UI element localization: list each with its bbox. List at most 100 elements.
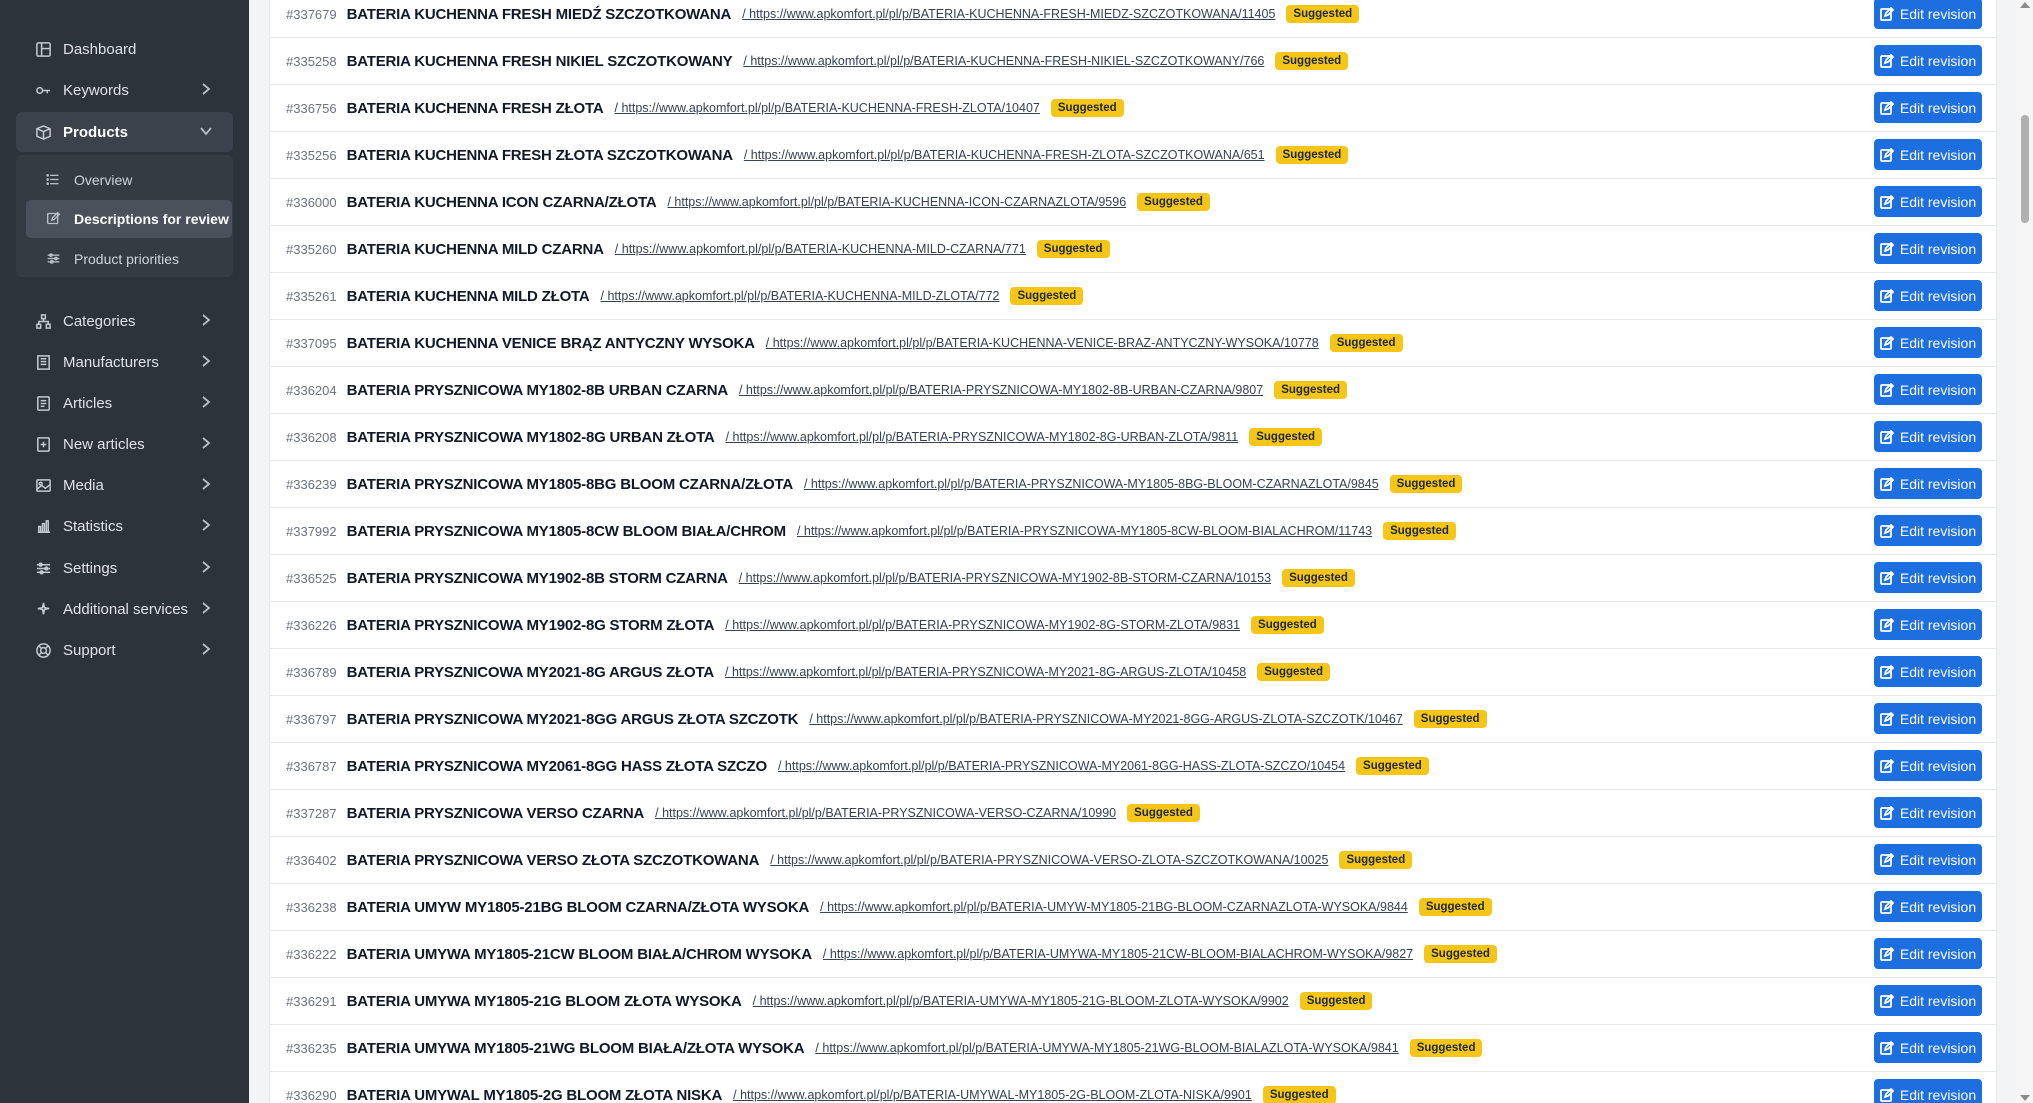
product-name: BATERIA UMYW MY1805-21BG BLOOM CZARNA/ZŁ… xyxy=(346,898,810,916)
edit-revision-button[interactable]: Edit revision xyxy=(1874,703,1982,734)
status-badge: Suggested xyxy=(1418,898,1492,916)
edit-revision-button[interactable]: Edit revision xyxy=(1874,985,1982,1016)
product-name: BATERIA KUCHENNA VENICE BRĄZ ANTYCZNY WY… xyxy=(346,334,755,352)
edit-revision-label: Edit revision xyxy=(1899,146,1977,163)
edit-revision-button[interactable]: Edit revision xyxy=(1874,938,1982,969)
product-url-link[interactable]: / https://www.apkomfort.pl/pl/p/BATERIA-… xyxy=(766,336,1319,350)
product-url-link[interactable]: / https://www.apkomfort.pl/pl/p/BATERIA-… xyxy=(667,195,1126,209)
edit-icon xyxy=(1879,335,1900,350)
table-row: #335261 BATERIA KUCHENNA MILD ZŁOTA / http… xyxy=(270,273,1998,320)
edit-revision-label: Edit revision xyxy=(1899,428,1977,445)
product-url-link[interactable]: / https://www.apkomfort.pl/pl/p/BATERIA-… xyxy=(744,148,1265,162)
edit-revision-button[interactable]: Edit revision xyxy=(1874,233,1982,264)
sidebar-item-settings[interactable]: Settings xyxy=(16,548,233,588)
edit-revision-button[interactable]: Edit revision xyxy=(1874,0,1982,29)
product-url-link[interactable]: / https://www.apkomfort.pl/pl/p/BATERIA-… xyxy=(809,712,1402,726)
sliders-icon xyxy=(46,251,62,267)
edit-revision-button[interactable]: Edit revision xyxy=(1874,515,1982,546)
edit-revision-button[interactable]: Edit revision xyxy=(1874,92,1982,123)
edit-revision-button[interactable]: Edit revision xyxy=(1874,45,1982,76)
sitemap-icon xyxy=(34,312,52,330)
product-url-link[interactable]: / https://www.apkomfort.pl/pl/p/BATERIA-… xyxy=(725,665,1246,679)
product-url-link[interactable]: / https://www.apkomfort.pl/pl/p/BATERIA-… xyxy=(823,947,1413,961)
sidebar-item-support[interactable]: Support xyxy=(16,630,233,670)
product-url-link[interactable]: / https://www.apkomfort.pl/pl/p/BATERIA-… xyxy=(733,1088,1252,1102)
edit-revision-button[interactable]: Edit revision xyxy=(1874,1079,1982,1103)
product-url-link[interactable]: / https://www.apkomfort.pl/pl/p/BATERIA-… xyxy=(615,101,1040,115)
product-id: #336208 xyxy=(286,429,337,445)
edit-revision-button[interactable]: Edit revision xyxy=(1874,327,1982,358)
edit-revision-button[interactable]: Edit revision xyxy=(1874,186,1982,217)
chevron-right-icon xyxy=(199,313,213,327)
product-id: #336291 xyxy=(286,993,337,1009)
edit-revision-label: Edit revision xyxy=(1899,898,1977,915)
sidebar-item-products[interactable]: Products xyxy=(16,112,233,152)
product-url-link[interactable]: / https://www.apkomfort.pl/pl/p/BATERIA-… xyxy=(797,524,1372,538)
edit-revision-button[interactable]: Edit revision xyxy=(1874,844,1982,875)
edit-revision-button[interactable]: Edit revision xyxy=(1874,562,1982,593)
table-row: #336204 BATERIA PRYSZNICOWA MY1802-8B URB… xyxy=(270,367,1998,414)
sidebar-item-articles[interactable]: Articles xyxy=(16,383,233,423)
product-id: #336000 xyxy=(286,194,337,210)
vertical-scrollbar[interactable] xyxy=(2017,0,2033,1103)
sidebar-item-dashboard[interactable]: Dashboard xyxy=(16,29,233,69)
product-url-link[interactable]: / https://www.apkomfort.pl/pl/p/BATERIA-… xyxy=(615,242,1026,256)
product-url-link[interactable]: / https://www.apkomfort.pl/pl/p/BATERIA-… xyxy=(815,1041,1398,1055)
product-url-link[interactable]: / https://www.apkomfort.pl/pl/p/BATERIA-… xyxy=(655,806,1116,820)
product-url-link[interactable]: / https://www.apkomfort.pl/pl/p/BATERIA-… xyxy=(726,430,1239,444)
product-url-link[interactable]: / https://www.apkomfort.pl/pl/p/BATERIA-… xyxy=(601,289,1000,303)
status-badge: Suggested xyxy=(1299,992,1373,1010)
sidebar-subitem-product-priorities[interactable]: Product priorities xyxy=(26,240,232,278)
sidebar-item-media[interactable]: Media xyxy=(16,465,233,505)
edit-revision-button[interactable]: Edit revision xyxy=(1874,609,1982,640)
scroll-down-arrow-icon[interactable] xyxy=(2020,1095,2030,1101)
product-url-link[interactable]: / https://www.apkomfort.pl/pl/p/BATERIA-… xyxy=(743,54,1264,68)
edit-revision-label: Edit revision xyxy=(1899,804,1977,821)
product-url-link[interactable]: / https://www.apkomfort.pl/pl/p/BATERIA-… xyxy=(804,477,1379,491)
product-name: BATERIA UMYWA MY1805-21G BLOOM ZŁOTA WYS… xyxy=(346,992,742,1010)
product-url-link[interactable]: / https://www.apkomfort.pl/pl/p/BATERIA-… xyxy=(725,618,1240,632)
chart-icon xyxy=(34,517,52,535)
sidebar-item-statistics[interactable]: Statistics xyxy=(16,506,233,546)
edit-revision-button[interactable]: Edit revision xyxy=(1874,468,1982,499)
building-icon xyxy=(34,353,52,371)
product-id: #337679 xyxy=(286,6,337,22)
product-url-link[interactable]: / https://www.apkomfort.pl/pl/p/BATERIA-… xyxy=(742,7,1275,21)
key-icon xyxy=(34,81,52,99)
product-name: BATERIA KUCHENNA FRESH ZŁOTA xyxy=(346,99,604,117)
table-row: #337679 BATERIA KUCHENNA FRESH MIEDŹ SZCZ… xyxy=(270,0,1998,38)
product-url-link[interactable]: / https://www.apkomfort.pl/pl/p/BATERIA-… xyxy=(739,571,1271,585)
sidebar-item-keywords[interactable]: Keywords xyxy=(16,70,233,110)
edit-revision-button[interactable]: Edit revision xyxy=(1874,374,1982,405)
product-url-link[interactable]: / https://www.apkomfort.pl/pl/p/BATERIA-… xyxy=(820,900,1408,914)
sidebar-item-categories[interactable]: Categories xyxy=(16,301,233,341)
edit-icon xyxy=(1879,805,1900,820)
edit-revision-button[interactable]: Edit revision xyxy=(1874,280,1982,311)
edit-icon xyxy=(1879,617,1900,632)
scroll-up-arrow-icon[interactable] xyxy=(2020,2,2030,8)
product-name: BATERIA PRYSZNICOWA MY1902-8G STORM ZŁOT… xyxy=(346,616,715,634)
sidebar-item-manufacturers[interactable]: Manufacturers xyxy=(16,342,233,382)
sidebar-item-additional-services[interactable]: Additional services xyxy=(16,589,233,629)
edit-revision-button[interactable]: Edit revision xyxy=(1874,797,1982,828)
product-url-link[interactable]: / https://www.apkomfort.pl/pl/p/BATERIA-… xyxy=(739,383,1263,397)
edit-revision-button[interactable]: Edit revision xyxy=(1874,656,1982,687)
edit-revision-button[interactable]: Edit revision xyxy=(1874,891,1982,922)
status-badge: Suggested xyxy=(1137,193,1210,211)
edit-revision-label: Edit revision xyxy=(1899,710,1977,727)
edit-revision-button[interactable]: Edit revision xyxy=(1874,139,1982,170)
product-url-link[interactable]: / https://www.apkomfort.pl/pl/p/BATERIA-… xyxy=(770,853,1328,867)
sidebar-item-label: Articles xyxy=(63,394,113,412)
lifebuoy-icon xyxy=(34,641,52,659)
sidebar-item-new-articles[interactable]: New articles xyxy=(16,424,233,464)
edit-revision-button[interactable]: Edit revision xyxy=(1874,1032,1982,1063)
scrollbar-thumb[interactable] xyxy=(2021,115,2029,223)
product-url-link[interactable]: / https://www.apkomfort.pl/pl/p/BATERIA-… xyxy=(778,759,1345,773)
edit-revision-button[interactable]: Edit revision xyxy=(1874,421,1982,452)
product-url-link[interactable]: / https://www.apkomfort.pl/pl/p/BATERIA-… xyxy=(753,994,1289,1008)
edit-revision-label: Edit revision xyxy=(1899,663,1977,680)
edit-revision-button[interactable]: Edit revision xyxy=(1874,750,1982,781)
edit-revision-label: Edit revision xyxy=(1899,381,1977,398)
sidebar-subitem-overview[interactable]: Overview xyxy=(26,161,232,199)
sidebar-subitem-descriptions-for-review[interactable]: Descriptions for review xyxy=(26,200,232,238)
